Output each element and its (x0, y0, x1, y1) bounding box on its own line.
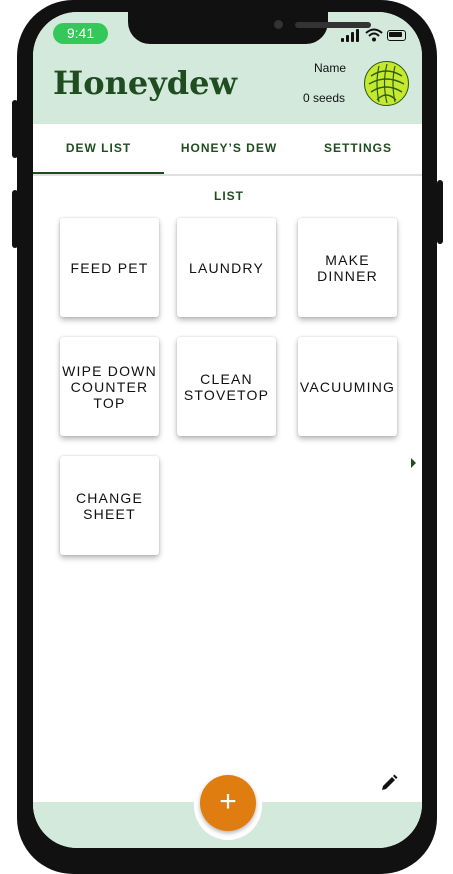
wifi-icon (365, 28, 383, 42)
speaker-grille (295, 22, 371, 28)
task-card-change-sheet[interactable]: CHANGE SHEET (60, 456, 159, 555)
task-card-feed-pet[interactable]: FEED PET (60, 218, 159, 317)
tab-settings[interactable]: SETTINGS (294, 124, 422, 172)
phone-side-button (437, 180, 443, 244)
task-label: CHANGE SHEET (75, 489, 144, 522)
task-label: MAKE DINNER (317, 251, 378, 284)
phone-side-button (12, 100, 18, 158)
tab-honeys-dew-list[interactable]: HONEY’S DEW LIST (164, 124, 294, 203)
task-label: VACUUMING (299, 378, 396, 395)
phone-notch (128, 12, 371, 44)
chevron-right-icon[interactable] (411, 458, 416, 468)
task-label: FEED PET (70, 259, 149, 276)
task-grid: FEED PET LAUNDRY MAKE DINNER WIPE DOWN C… (33, 174, 422, 774)
task-card-laundry[interactable]: LAUNDRY (177, 218, 276, 317)
task-card-wipe-down-counter-top[interactable]: WIPE DOWN COUNTER TOP (60, 337, 159, 436)
task-label: LAUNDRY (188, 259, 265, 276)
app-screen: 9:41 Honeydew Name 0 seeds DEW LIST HONE… (33, 12, 422, 848)
status-icons (341, 28, 406, 42)
pencil-icon[interactable] (380, 774, 398, 792)
tab-dew-list[interactable]: DEW LIST (33, 124, 164, 174)
seed-count: 0 seeds (303, 91, 346, 105)
task-label: WIPE DOWN COUNTER TOP (62, 362, 157, 411)
battery-icon (387, 30, 406, 41)
task-card-clean-stovetop[interactable]: CLEAN STOVETOP (177, 337, 276, 436)
camera-icon (274, 20, 283, 29)
plus-icon: + (219, 785, 237, 818)
user-name[interactable]: Name (314, 61, 346, 75)
add-task-button[interactable]: + (200, 775, 256, 831)
task-card-vacuuming[interactable]: VACUUMING (298, 337, 397, 436)
tab-bar: DEW LIST HONEY’S DEW LIST SETTINGS (33, 124, 422, 203)
app-title: Honeydew (53, 64, 238, 102)
task-label: CLEAN STOVETOP (183, 370, 270, 403)
status-time: 9:41 (53, 23, 108, 44)
task-card-make-dinner[interactable]: MAKE DINNER (298, 218, 397, 317)
phone-side-button (12, 190, 18, 248)
honeydew-melon-icon[interactable] (364, 61, 409, 106)
